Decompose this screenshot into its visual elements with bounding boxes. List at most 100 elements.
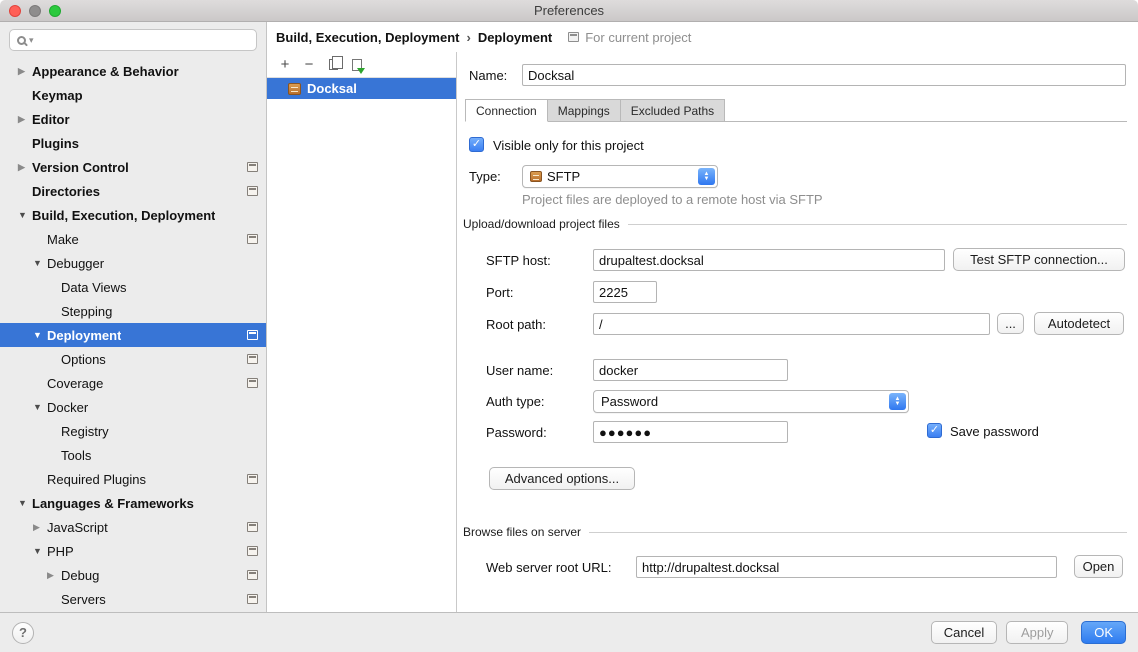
chevron-down-icon[interactable]: ▼ <box>33 547 47 556</box>
dropdown-stepper-icon: ▲▼ <box>698 168 715 185</box>
port-input[interactable] <box>593 281 657 303</box>
password-input[interactable] <box>593 421 788 443</box>
sidebar-item-options[interactable]: Options <box>0 347 266 371</box>
add-icon[interactable]: + <box>277 57 293 73</box>
project-scope-icon <box>247 474 258 484</box>
sidebar-item-deployment[interactable]: ▼ Deployment <box>0 323 266 347</box>
sidebar-item-version-control[interactable]: ▶ Version Control <box>0 155 266 179</box>
project-scope-icon <box>247 162 258 172</box>
sidebar-item-build-execution-deployment[interactable]: ▼ Build, Execution, Deployment <box>0 203 266 227</box>
auth-type-selected-value: Password <box>601 394 658 409</box>
settings-tree: ▶ Appearance & Behavior Keymap ▶ Editor … <box>0 57 266 612</box>
chevron-down-icon[interactable]: ▼ <box>33 331 47 340</box>
user-name-input[interactable] <box>593 359 788 381</box>
sidebar-item-plugins[interactable]: Plugins <box>0 131 266 155</box>
sftp-host-label: SFTP host: <box>486 253 551 268</box>
project-scope-icon <box>247 330 258 340</box>
breadcrumb: Build, Execution, Deployment › Deploymen… <box>267 22 1138 52</box>
tab-connection[interactable]: Connection <box>465 99 548 122</box>
visible-only-checkbox[interactable]: ✓ <box>469 137 484 152</box>
sidebar-item-appearance-behavior[interactable]: ▶ Appearance & Behavior <box>0 59 266 83</box>
chevron-right-icon[interactable]: ▶ <box>33 523 47 532</box>
open-button[interactable]: Open <box>1074 555 1123 578</box>
browse-section-title: Browse files on server <box>463 525 581 539</box>
scope-label: For current project <box>585 30 691 45</box>
ok-button[interactable]: OK <box>1081 621 1126 644</box>
close-icon[interactable] <box>9 5 21 17</box>
breadcrumb-item-build-execution-deployment[interactable]: Build, Execution, Deployment <box>276 30 459 45</box>
advanced-options-button[interactable]: Advanced options... <box>489 467 635 490</box>
chevron-right-icon[interactable]: ▶ <box>18 67 32 76</box>
apply-button[interactable]: Apply <box>1006 621 1068 644</box>
project-scope-icon <box>247 546 258 556</box>
sidebar-item-php[interactable]: ▼ PHP <box>0 539 266 563</box>
save-password-label: Save password <box>950 424 1039 439</box>
sidebar-item-make[interactable]: Make <box>0 227 266 251</box>
tab-bar: Connection Mappings Excluded Paths <box>465 99 1127 122</box>
chevron-down-icon[interactable]: ▼ <box>33 259 47 268</box>
sidebar-item-required-plugins[interactable]: Required Plugins <box>0 467 266 491</box>
root-path-label: Root path: <box>486 317 546 332</box>
auth-type-select[interactable]: Password ▲▼ <box>593 390 909 413</box>
sidebar-item-javascript[interactable]: ▶ JavaScript <box>0 515 266 539</box>
type-help-text: Project files are deployed to a remote h… <box>522 192 823 207</box>
chevron-down-icon[interactable]: ▼ <box>18 499 32 508</box>
cancel-button[interactable]: Cancel <box>931 621 997 644</box>
project-scope-icon <box>247 354 258 364</box>
sftp-host-input[interactable] <box>593 249 945 271</box>
upload-section-header: Upload/download project files <box>463 217 1127 231</box>
chevron-right-icon[interactable]: ▶ <box>47 571 61 580</box>
chevron-right-icon[interactable]: ▶ <box>18 163 32 172</box>
test-sftp-connection-button[interactable]: Test SFTP connection... <box>953 248 1125 271</box>
browse-section-header: Browse files on server <box>463 525 1127 539</box>
chevron-down-icon[interactable]: ▼ <box>33 403 47 412</box>
type-label: Type: <box>469 169 501 184</box>
copy-icon[interactable] <box>325 57 341 73</box>
titlebar: Preferences <box>0 0 1138 22</box>
search-icon <box>17 36 26 45</box>
chevron-right-icon[interactable]: ▶ <box>18 115 32 124</box>
sidebar-item-keymap[interactable]: Keymap <box>0 83 266 107</box>
remove-icon[interactable]: − <box>301 57 317 73</box>
type-select[interactable]: SFTP ▲▼ <box>522 165 718 188</box>
sidebar-item-coverage[interactable]: Coverage <box>0 371 266 395</box>
paste-icon[interactable] <box>349 57 365 73</box>
server-name: Docksal <box>307 81 357 96</box>
tab-excluded-paths[interactable]: Excluded Paths <box>621 99 725 122</box>
sidebar-item-tools[interactable]: Tools <box>0 443 266 467</box>
save-password-checkbox[interactable]: ✓ <box>927 423 942 438</box>
server-list-item-docksal[interactable]: Docksal <box>267 78 456 99</box>
sidebar-item-languages-frameworks[interactable]: ▼ Languages & Frameworks <box>0 491 266 515</box>
project-scope-icon <box>247 234 258 244</box>
project-scope-icon <box>247 570 258 580</box>
upload-section-title: Upload/download project files <box>463 217 620 231</box>
autodetect-button[interactable]: Autodetect <box>1034 312 1124 335</box>
project-scope-icon <box>247 186 258 196</box>
chevron-down-icon[interactable]: ▾ <box>29 36 34 45</box>
sidebar-item-directories[interactable]: Directories <box>0 179 266 203</box>
sidebar-item-debug[interactable]: ▶ Debug <box>0 563 266 587</box>
sidebar-item-servers[interactable]: Servers <box>0 587 266 611</box>
search-input[interactable]: ▾ <box>9 29 257 51</box>
zoom-icon[interactable] <box>49 5 61 17</box>
root-path-input[interactable] <box>593 313 990 335</box>
chevron-down-icon[interactable]: ▼ <box>18 211 32 220</box>
preferences-window: Preferences ▾ ▶ Appearance & Behavior Ke… <box>0 0 1138 652</box>
web-root-input[interactable] <box>636 556 1057 578</box>
tab-mappings[interactable]: Mappings <box>548 99 621 122</box>
project-scope-icon <box>247 378 258 388</box>
sidebar-item-debugger[interactable]: ▼ Debugger <box>0 251 266 275</box>
sidebar-item-docker[interactable]: ▼ Docker <box>0 395 266 419</box>
sidebar-item-data-views[interactable]: Data Views <box>0 275 266 299</box>
section-divider <box>589 532 1127 533</box>
sidebar-item-editor[interactable]: ▶ Editor <box>0 107 266 131</box>
sidebar-item-stepping[interactable]: Stepping <box>0 299 266 323</box>
browse-root-path-button[interactable]: ... <box>997 313 1024 334</box>
settings-sidebar: ▾ ▶ Appearance & Behavior Keymap ▶ Edito… <box>0 22 267 612</box>
name-input[interactable] <box>522 64 1126 86</box>
help-button[interactable]: ? <box>12 622 34 644</box>
for-current-project-icon <box>568 32 579 42</box>
sidebar-item-registry[interactable]: Registry <box>0 419 266 443</box>
project-scope-icon <box>247 522 258 532</box>
breadcrumb-item-deployment[interactable]: Deployment <box>478 30 552 45</box>
